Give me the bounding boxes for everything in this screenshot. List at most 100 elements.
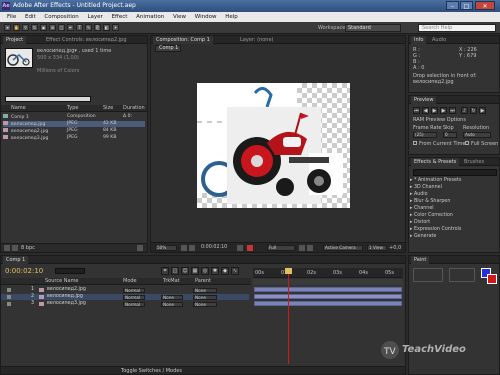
project-item-image3[interactable]: велосипед3.jpg JPEG 99 KB	[3, 135, 145, 141]
tab-effects-presets[interactable]: Effects & Presets	[411, 158, 460, 166]
menu-window[interactable]: Window	[195, 14, 217, 20]
close-button[interactable]: ✕	[475, 1, 495, 10]
region-of-interest-icon[interactable]	[299, 245, 305, 251]
motion-blur-icon[interactable]: ◎	[201, 267, 209, 275]
shy-layers-icon[interactable]: ☺	[181, 267, 189, 275]
visibility-eye-icon[interactable]	[7, 302, 11, 306]
tab-info[interactable]: Info	[411, 36, 427, 44]
first-frame-icon[interactable]: ⏮	[413, 107, 420, 114]
resolution-select[interactable]: Full	[267, 245, 295, 251]
selection-tool-icon[interactable]: ➤	[4, 24, 11, 31]
next-frame-icon[interactable]: ▶	[440, 107, 447, 114]
effects-category-3d-channel[interactable]: ▸ 3D Channel	[410, 184, 498, 191]
frame-blending-icon[interactable]: ▦	[191, 267, 199, 275]
column-trkmat[interactable]: TrkMat	[163, 278, 180, 284]
column-name[interactable]: Name	[11, 105, 26, 111]
minimize-button[interactable]: –	[446, 1, 459, 10]
layer-2-duration-bar[interactable]	[254, 294, 402, 299]
work-area-bar[interactable]	[253, 279, 403, 285]
auto-keyframe-icon[interactable]: ◆	[221, 267, 229, 275]
timeline-search-input[interactable]	[55, 268, 85, 274]
camera-select[interactable]: Active Camera	[323, 245, 363, 251]
time-ruler[interactable]: 00s 01s 02s 03s 04s 05s	[253, 268, 403, 278]
playhead[interactable]	[284, 268, 292, 364]
text-tool-icon[interactable]: T	[76, 24, 83, 31]
bpc-label[interactable]: 8 bpc	[21, 245, 35, 251]
project-item-comp[interactable]: Comp 1 Composition Δ 0:	[3, 114, 145, 120]
effects-category-blur-sharpen[interactable]: ▸ Blur & Sharpen	[410, 198, 498, 205]
effects-category-audio[interactable]: ▸ Audio	[410, 191, 498, 198]
playhead-handle-icon[interactable]	[284, 268, 292, 274]
channel-icon[interactable]	[247, 245, 253, 251]
tab-preview[interactable]: Preview	[411, 96, 437, 104]
layer-1-duration-bar[interactable]	[254, 287, 402, 292]
workspace-select[interactable]: Standard	[345, 24, 401, 32]
tab-layer[interactable]: Layer: (none)	[237, 36, 277, 44]
column-mode[interactable]: Mode	[123, 278, 137, 284]
timeline-timecode[interactable]: 0:00:02:10	[5, 267, 43, 275]
timeline-layer-2[interactable]: 2 велосипед.jpg Normal None None	[1, 294, 249, 300]
ram-preview-options[interactable]: RAM Preview Options	[413, 117, 466, 123]
tab-project[interactable]: Project	[3, 36, 27, 44]
pen-tool-icon[interactable]: ✒	[67, 24, 74, 31]
menu-edit[interactable]: Edit	[25, 14, 36, 20]
tab-paint[interactable]: Paint	[411, 256, 430, 264]
clone-stamp-tool-icon[interactable]: ⎘	[94, 24, 101, 31]
last-frame-icon[interactable]: ⏭	[449, 107, 456, 114]
snapshot-icon[interactable]	[237, 245, 243, 251]
effects-category-expression-controls[interactable]: ▸ Expression Controls	[410, 226, 498, 233]
brush-tool-icon[interactable]: ✎	[85, 24, 92, 31]
column-source-name[interactable]: Source Name	[45, 278, 79, 284]
layer-3-parent[interactable]: None	[193, 301, 217, 307]
grid-icon[interactable]	[189, 245, 195, 251]
new-folder-icon[interactable]	[12, 245, 18, 251]
layer-2-parent[interactable]: None	[193, 294, 217, 300]
play-icon[interactable]: ▶	[431, 107, 438, 114]
viewer-timecode[interactable]: 0:00:02:10	[201, 245, 227, 251]
layer-2-mode[interactable]: Normal	[123, 294, 145, 300]
effects-category-generate[interactable]: ▸ Generate	[410, 233, 498, 240]
camera-tool-icon[interactable]: ◉	[40, 24, 47, 31]
magnification-select[interactable]: 50%	[155, 245, 177, 251]
tab-brushes[interactable]: Brushes	[461, 158, 487, 166]
pan-behind-tool-icon[interactable]: ⊕	[49, 24, 56, 31]
toggle-switches-modes[interactable]: Toggle Switches / Modes	[121, 368, 182, 374]
menu-view[interactable]: View	[173, 14, 186, 20]
hand-tool-icon[interactable]: ✋	[13, 24, 20, 31]
audio-icon[interactable]: ♪	[461, 107, 468, 114]
loop-icon[interactable]: ↻	[470, 107, 477, 114]
comp-mini-flowchart-icon[interactable]: ⌗	[161, 267, 169, 275]
eraser-tool-icon[interactable]: ◧	[103, 24, 110, 31]
layer-3-trkmat[interactable]: None	[161, 301, 183, 307]
effects-category-channel[interactable]: ▸ Channel	[410, 205, 498, 212]
interpret-footage-icon[interactable]	[4, 245, 10, 251]
composition-canvas[interactable]	[197, 83, 350, 208]
layer-1-mode[interactable]: Normal	[123, 287, 145, 293]
layer-1-parent[interactable]: None	[193, 287, 217, 293]
resolution-select-preview[interactable]: Auto	[463, 132, 491, 138]
rotate-tool-icon[interactable]: ↻	[31, 24, 38, 31]
menu-effect[interactable]: Effect	[112, 14, 128, 20]
mask-tool-icon[interactable]: □	[58, 24, 65, 31]
brainstorm-icon[interactable]: ✱	[211, 267, 219, 275]
effects-search-input[interactable]	[413, 169, 497, 176]
menu-file[interactable]: File	[7, 14, 16, 20]
column-parent[interactable]: Parent	[195, 278, 211, 284]
previous-frame-icon[interactable]: ◀	[422, 107, 429, 114]
menu-layer[interactable]: Layer	[87, 14, 102, 20]
frame-rate-select[interactable]: (25)	[413, 132, 437, 138]
tab-composition[interactable]: Composition: Comp 1	[153, 36, 213, 44]
timeline-layer-1[interactable]: 1 велосипед2.jpg Normal None	[1, 287, 249, 293]
full-screen-checkbox[interactable]: Full Screen	[465, 141, 498, 147]
menu-help[interactable]: Help	[225, 14, 238, 20]
menu-composition[interactable]: Composition	[44, 14, 78, 20]
maximize-button[interactable]: □	[460, 1, 473, 10]
visibility-eye-icon[interactable]	[7, 295, 11, 299]
puppet-tool-icon[interactable]: ✦	[112, 24, 119, 31]
layer-2-trkmat[interactable]: None	[161, 294, 183, 300]
project-search-input[interactable]	[5, 96, 91, 102]
paint-options-icon[interactable]	[449, 268, 475, 282]
search-help-input[interactable]: Search Help	[418, 24, 496, 32]
paint-opacity-icon[interactable]	[413, 268, 443, 282]
tab-effect-controls[interactable]: Effect Controls: велосипед2.jpg	[43, 36, 130, 44]
